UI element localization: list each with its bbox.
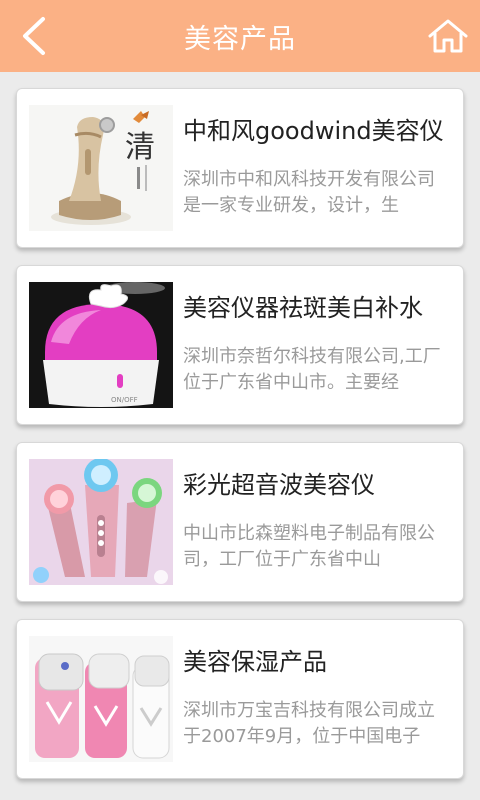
product-title: 美容保湿产品 — [183, 648, 327, 676]
home-button[interactable] — [424, 12, 472, 60]
product-image — [29, 459, 173, 585]
svg-text:ON/OFF: ON/OFF — [111, 396, 138, 404]
product-card[interactable]: 彩光超音波美容仪 中山市比森塑料电子制品有限公司，工厂位于广东省中山 — [16, 442, 464, 602]
product-card[interactable]: 美容保湿产品 深圳市万宝吉科技有限公司成立于2007年9月，位于中国电子 — [16, 619, 464, 779]
product-description: 深圳市万宝吉科技有限公司成立于2007年9月，位于中国电子 — [183, 700, 435, 747]
svg-text:清: 清 — [125, 131, 155, 164]
product-card[interactable]: 清 中和风goodwind美容仪 深圳市中和风科技开发有限公司是一家专业研发，设… — [16, 88, 464, 248]
product-card[interactable]: ON/OFF 美容仪器祛斑美白补水 深圳市奈哲尔科技有限公司,工厂位于广东省中山… — [16, 265, 464, 425]
home-icon — [428, 19, 468, 53]
product-description: 中山市比森塑料电子制品有限公司，工厂位于广东省中山 — [183, 523, 435, 570]
product-title: 美容仪器祛斑美白补水 — [183, 294, 423, 322]
product-title: 彩光超音波美容仪 — [183, 471, 375, 499]
back-button[interactable] — [10, 12, 58, 60]
product-image — [29, 636, 173, 762]
back-arrow-icon — [23, 17, 45, 55]
top-bar: 美容产品 — [0, 0, 480, 72]
product-description: 深圳市奈哲尔科技有限公司,工厂位于广东省中山市。主要经 — [183, 346, 441, 393]
product-image: ON/OFF — [29, 282, 173, 408]
product-title: 中和风goodwind美容仪 — [183, 117, 444, 145]
page-title: 美容产品 — [184, 23, 296, 55]
product-image: 清 — [29, 105, 173, 231]
product-description: 深圳市中和风科技开发有限公司是一家专业研发，设计，生 — [183, 169, 435, 216]
